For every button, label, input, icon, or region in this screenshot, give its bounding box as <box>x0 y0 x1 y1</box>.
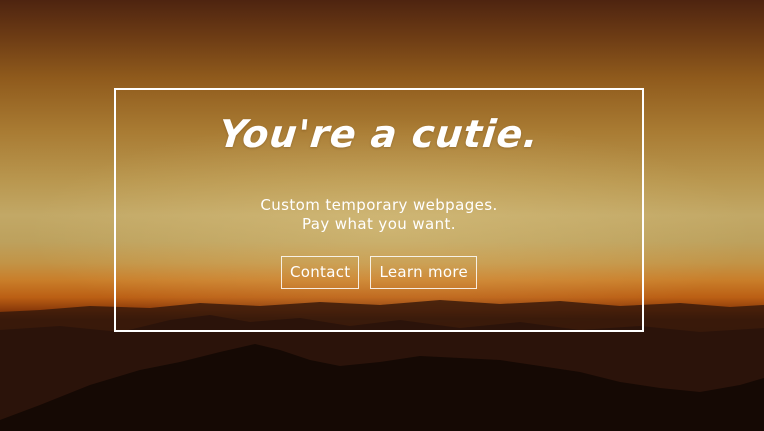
tagline-line-2: Pay what you want. <box>302 215 456 233</box>
hero-title: You're a cutie. <box>216 112 542 156</box>
tagline-line-1: Custom temporary webpages. <box>260 196 498 214</box>
hero-background: You're a cutie. Custom temporary webpage… <box>0 0 764 431</box>
hero-frame: You're a cutie. Custom temporary webpage… <box>114 88 644 332</box>
learn-more-button[interactable]: Learn more <box>370 256 477 289</box>
contact-button[interactable]: Contact <box>280 256 360 289</box>
hero-tagline: Custom temporary webpages. Pay what you … <box>116 196 642 234</box>
hero-actions: Contact Learn more <box>116 256 642 289</box>
